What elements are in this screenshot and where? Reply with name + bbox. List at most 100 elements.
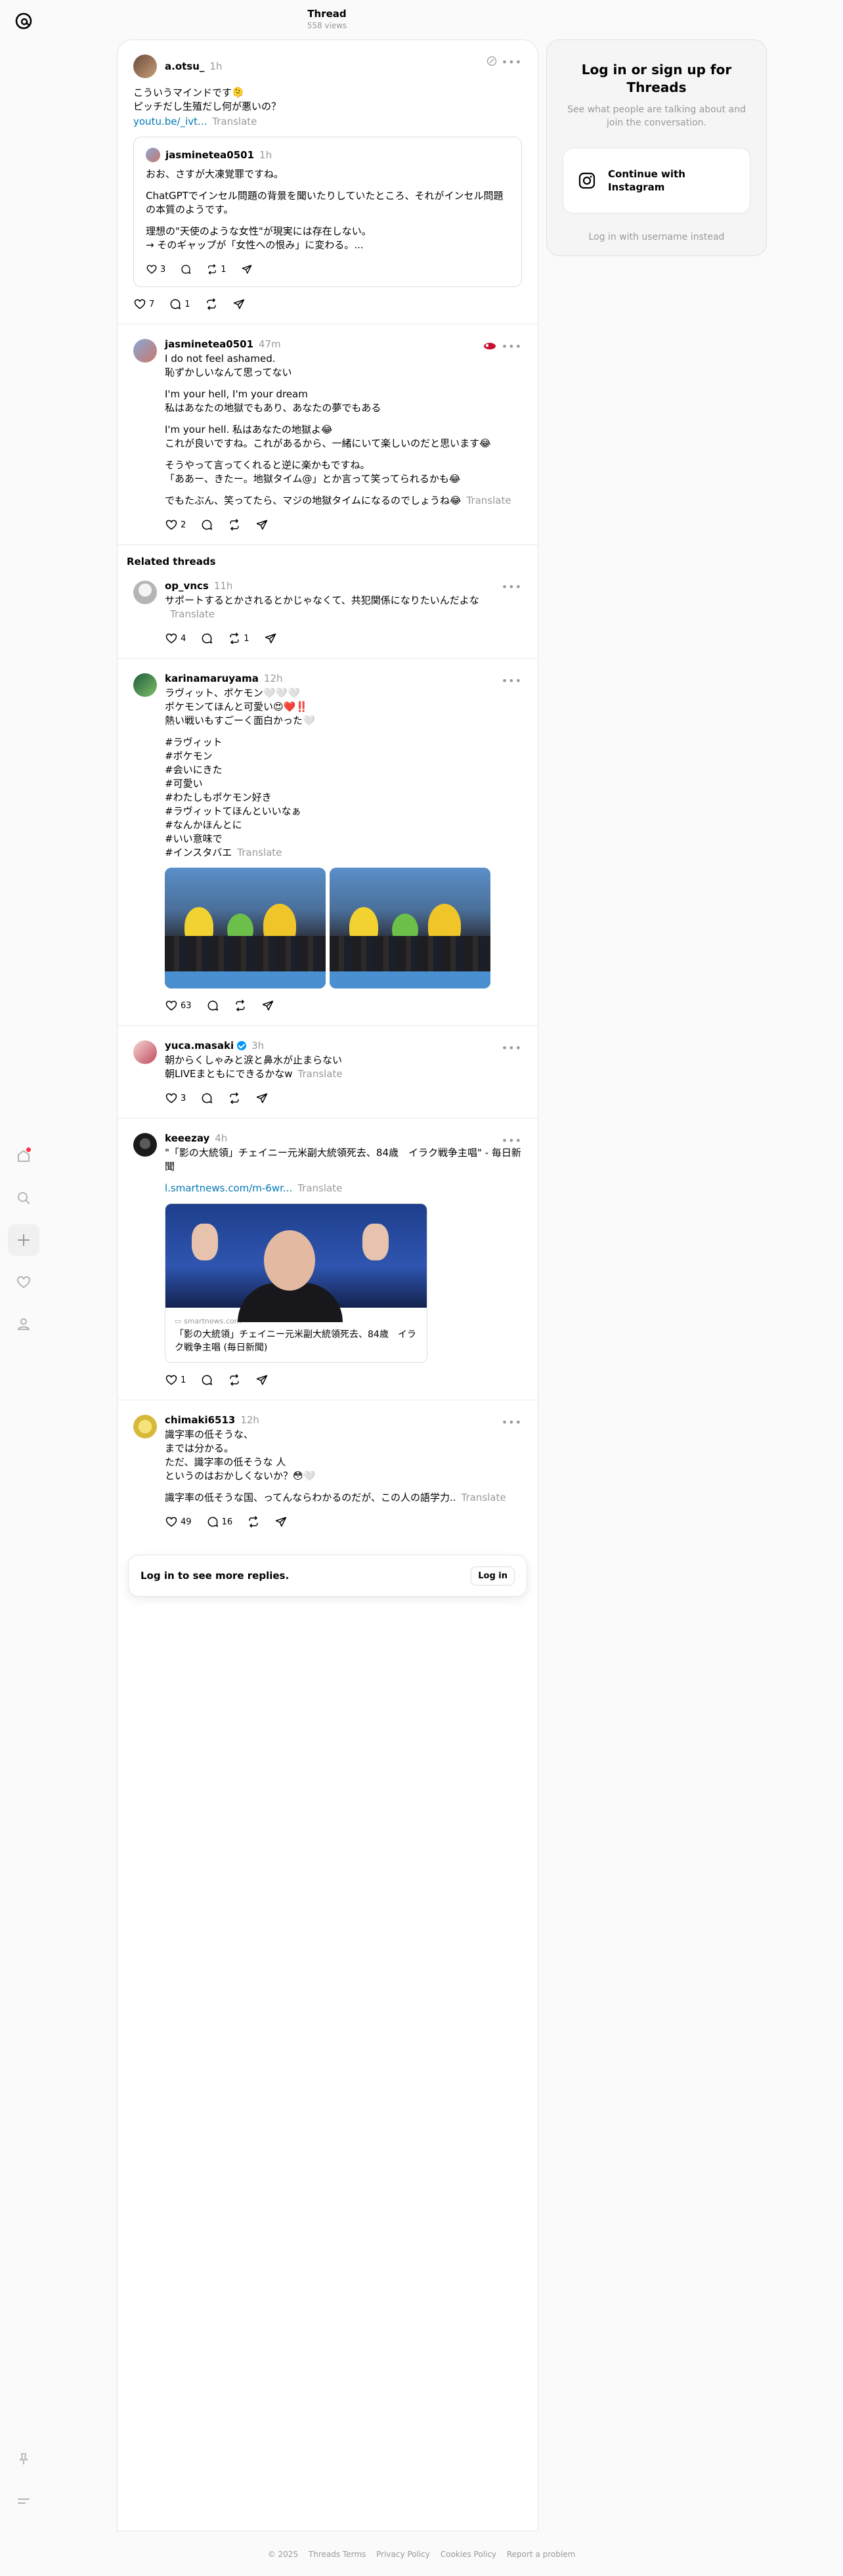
share-button[interactable] (264, 632, 277, 645)
footer-terms-link[interactable]: Threads Terms (309, 2550, 366, 2559)
quote-username[interactable]: jasminetea0501 (165, 148, 254, 162)
create-plus-icon[interactable] (8, 1224, 39, 1256)
more-options-icon[interactable]: ••• (502, 340, 522, 353)
home-icon[interactable] (8, 1140, 39, 1172)
link-preview-image (165, 1204, 427, 1322)
like-button[interactable]: 2 (165, 518, 186, 531)
reply-button[interactable]: 1 (169, 298, 190, 311)
reply-button[interactable] (200, 518, 213, 531)
continue-with-instagram-button[interactable]: Continue with Instagram (563, 148, 750, 213)
avatar[interactable] (133, 1415, 157, 1438)
repost-button[interactable] (228, 1373, 241, 1387)
profile-icon[interactable] (8, 1308, 39, 1340)
post-link[interactable]: l.smartnews.com/m-6wr... (165, 1182, 292, 1194)
avatar[interactable] (133, 581, 157, 604)
translate-link[interactable]: Translate (466, 495, 511, 506)
like-button[interactable]: 3 (165, 1092, 186, 1105)
reply-button[interactable] (200, 1373, 213, 1387)
repost-button[interactable] (247, 1515, 260, 1528)
footer-report-link[interactable]: Report a problem (507, 2550, 575, 2559)
login-with-username-link[interactable]: Log in with username instead (563, 232, 750, 242)
share-button[interactable] (274, 1515, 288, 1528)
like-count: 7 (149, 299, 155, 309)
login-button[interactable]: Log in (471, 1566, 515, 1586)
repost-button[interactable] (228, 1092, 241, 1105)
send-icon (257, 520, 268, 530)
post-username[interactable]: op_vncs (165, 579, 209, 592)
share-button[interactable] (255, 518, 269, 531)
like-button[interactable]: 4 (165, 632, 186, 645)
link-preview-card[interactable]: ▭ smartnews.com 「影の大統領」チェイニー元米副大統領死去、84歳… (165, 1203, 427, 1363)
post-time[interactable]: 11h (214, 579, 233, 592)
reply-button[interactable] (180, 263, 192, 275)
footer-cookies-link[interactable]: Cookies Policy (441, 2550, 496, 2559)
avatar[interactable] (133, 55, 157, 78)
share-button[interactable] (255, 1092, 269, 1105)
post-username[interactable]: keeezay (165, 1132, 209, 1145)
more-options-icon[interactable]: ••• (502, 1416, 522, 1429)
link-domain-icon: ▭ (175, 1317, 184, 1325)
share-button[interactable] (241, 263, 253, 275)
reply-count: 16 (221, 1517, 233, 1527)
post-image[interactable] (165, 868, 326, 988)
like-button[interactable]: 1 (165, 1373, 186, 1387)
post-time[interactable]: 47m (259, 338, 281, 351)
post-username[interactable]: chimaki6513 (165, 1413, 235, 1427)
repost-button[interactable]: 1 (206, 263, 227, 275)
like-button[interactable]: 7 (133, 298, 154, 311)
post-image[interactable] (330, 868, 490, 988)
post-time[interactable]: 4h (215, 1132, 227, 1145)
like-button[interactable]: 49 (165, 1515, 192, 1528)
avatar[interactable] (133, 1040, 157, 1064)
like-button[interactable]: 63 (165, 999, 192, 1012)
post-time[interactable]: 1h (209, 60, 222, 73)
more-options-icon[interactable]: ••• (502, 1042, 522, 1054)
avatar[interactable] (146, 148, 160, 162)
post-time[interactable]: 12h (240, 1413, 259, 1427)
share-button[interactable] (232, 298, 246, 311)
more-options-icon[interactable]: ••• (502, 581, 522, 593)
more-options-icon[interactable]: ••• (502, 675, 522, 687)
reply-button[interactable] (206, 999, 219, 1012)
avatar[interactable] (133, 673, 157, 697)
view-count: 558 views (307, 21, 347, 30)
avatar[interactable] (133, 1133, 157, 1157)
repost-button[interactable] (228, 518, 241, 531)
post-username[interactable]: yuca.masaki (165, 1039, 234, 1052)
translate-link[interactable]: Translate (462, 1492, 506, 1503)
translate-link[interactable]: Translate (298, 1068, 343, 1080)
quoted-post[interactable]: jasminetea0501 1h おお、さすが大凍覚罪ですね。 ChatGPT… (133, 137, 522, 287)
login-panel: Log in or sign up for Threads See what p… (546, 39, 767, 256)
repost-button[interactable] (234, 999, 247, 1012)
post-username[interactable]: a.otsu_ (165, 60, 204, 73)
post-link[interactable]: youtu.be/_ivt... (133, 116, 207, 127)
threads-logo-icon[interactable] (13, 8, 34, 34)
heart-icon[interactable] (8, 1266, 39, 1298)
repost-icon (230, 1092, 239, 1104)
share-button[interactable] (261, 999, 274, 1012)
avatar[interactable] (133, 339, 157, 363)
like-button[interactable]: 3 (146, 263, 165, 275)
share-button[interactable] (255, 1373, 269, 1387)
more-options-icon[interactable]: ••• (502, 56, 522, 68)
pin-icon[interactable] (8, 2443, 39, 2475)
repost-button[interactable] (205, 298, 218, 311)
repost-button[interactable]: 1 (228, 632, 249, 645)
post-time[interactable]: 12h (264, 672, 283, 685)
post-time[interactable]: 3h (251, 1039, 264, 1052)
translate-link[interactable]: Translate (297, 1182, 342, 1194)
reply-button[interactable]: 16 (206, 1515, 233, 1528)
translate-link[interactable]: Translate (237, 847, 282, 858)
menu-icon[interactable] (8, 2485, 39, 2517)
post-username[interactable]: jasminetea0501 (165, 338, 253, 351)
reply-button[interactable] (200, 632, 213, 645)
translate-link[interactable]: Translate (170, 608, 215, 620)
footer-privacy-link[interactable]: Privacy Policy (376, 2550, 430, 2559)
translate-link[interactable]: Translate (212, 116, 257, 127)
reply-button[interactable] (200, 1092, 213, 1105)
post-username[interactable]: karinamaruyama (165, 672, 259, 685)
more-options-icon[interactable]: ••• (502, 1134, 522, 1147)
repost-count: 1 (221, 264, 227, 275)
quote-text: 理想の"天使のような女性"が現実には存在しない。 → そのギャップが「女性への恨… (146, 225, 372, 251)
search-icon[interactable] (8, 1182, 39, 1214)
